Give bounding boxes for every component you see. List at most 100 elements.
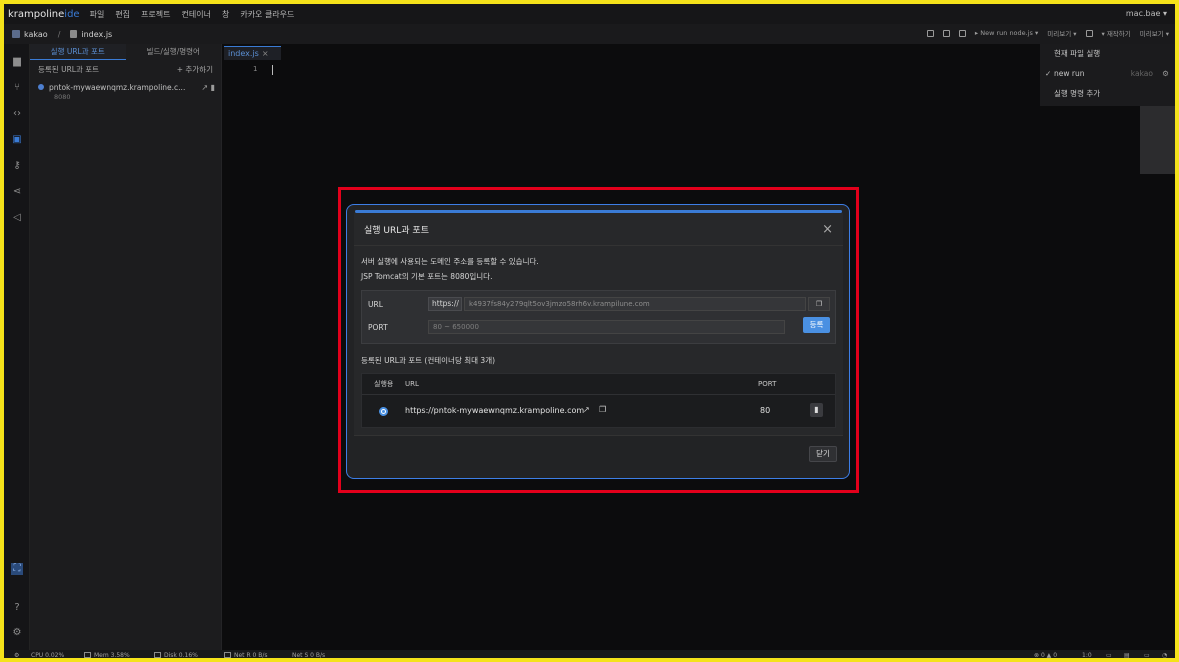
url-field[interactable]: k4937fs84y279qlt5ov3jmzo58rh6v.krampilun… [464,297,806,311]
row-port: 80 [760,406,771,415]
table-header: 실행용 URL PORT [362,374,835,395]
breadcrumb: kakao / index.js [12,30,112,39]
close-tab-icon[interactable]: × [262,49,269,58]
save-all-icon[interactable] [942,29,950,37]
close-button[interactable]: 닫기 [809,446,837,462]
row-url: https://pntok-mywaewnqmz.krampoline.com [405,406,585,415]
folder-icon[interactable]: ▆ [11,56,23,68]
desc-line-2: JSP Tomcat의 기본 포트는 8080입니다. [361,272,493,281]
tab-run-url[interactable]: 실행 URL과 포트 [30,44,126,60]
app-window: krampolineide 파일 편집 프로젝트 컨테이너 창 카카오 클라우드… [0,0,1179,662]
file-icon [70,30,78,38]
close-icon[interactable]: × [822,222,833,237]
code-icon[interactable]: ‹› [11,108,23,120]
copy-icon[interactable]: ❐ [808,297,830,311]
breadcrumb-project[interactable]: kakao [24,30,48,39]
list-item[interactable]: pntok-mywaewnqmz.krampoline.c... 8080 ↗ … [30,79,221,105]
menubar: krampolineide 파일 편집 프로젝트 컨테이너 창 카카오 클라우드… [4,4,1175,24]
minimap-scroll[interactable] [1140,106,1175,174]
breadcrumb-file[interactable]: index.js [81,30,112,39]
list-item-port: 8080 [54,93,71,101]
settings-gear-icon[interactable]: ⚙ [11,627,23,639]
menu-file[interactable]: 파일 [90,9,105,20]
list-item-url: pntok-mywaewnqmz.krampoline.c... [49,83,186,92]
preview-dropdown-2[interactable]: 미리보기 ▾ [1140,28,1169,38]
gear-icon[interactable]: ⚙ [1162,64,1169,84]
menu-container[interactable]: 컨테이너 [182,9,211,20]
cursor-position: 1:0 [1082,652,1092,659]
build-icon[interactable] [958,29,966,37]
run-url-modal: 실행 URL과 포트 × 서버 실행에 사용되는 도메인 주소를 등록할 수 있… [346,204,850,479]
run-dropdown-menu: 현재 파일 실행 ✓ new run kakao ⚙ 실행 명령 추가 [1040,44,1175,106]
status-disk: Disk 0.16% [164,652,198,659]
trash-icon[interactable]: ▮ [810,403,823,417]
user-menu[interactable]: mac.bae ▾ [1126,9,1167,18]
active-dot-icon [38,84,44,90]
preview-dropdown[interactable]: 미리보기 ▾ [1047,28,1076,38]
menu-item-new-run[interactable]: ✓ new run kakao ⚙ [1040,64,1175,84]
git-branch-icon[interactable]: ⑂ [11,82,23,94]
menu-item-label: 현재 파일 실행 [1054,49,1101,58]
disk-icon [154,652,161,658]
app-logo[interactable]: krampolineide [8,9,80,20]
side-panel-header: 등록된 URL과 포트 + 추가하기 [30,60,221,79]
run-url-icon[interactable]: ▣ [11,134,23,146]
status-problems[interactable]: ⊗ 0 ▲ 0 [1034,652,1057,658]
status-net-r: Net R 0 B/s [234,652,268,659]
help-icon[interactable]: ? [11,602,23,614]
col-port: PORT [758,380,777,388]
logo-text: krampoline [8,8,65,20]
table-row: https://pntok-mywaewnqmz.krampoline.com … [362,395,835,428]
menu-edit[interactable]: 편집 [115,9,130,20]
layout-icon[interactable]: ▭ [1106,652,1112,658]
menu-item-label: 실행 명령 추가 [1054,89,1101,98]
protocol-select[interactable]: https:// [428,297,462,311]
status-mem: Mem 3.58% [94,652,130,659]
external-link-icon[interactable]: ↗ [201,83,208,92]
port-input[interactable]: 80 ~ 650000 [428,320,785,334]
active-radio[interactable] [379,407,388,416]
globe-icon[interactable] [1085,29,1093,37]
status-net-group: Net R 0 B/s [224,652,268,659]
logo-suffix: ide [64,8,80,20]
side-panel: 실행 URL과 포트 빌드/실행/명령어 등록된 URL과 포트 + 추가하기 … [30,44,222,650]
network-icon [224,652,231,658]
notification-icon[interactable]: ◔ [1162,652,1167,658]
toolbar: ▸ New run node.js ▾ 미리보기 ▾ ▾ 재작하기 미리보기 ▾ [926,28,1169,38]
activity-bar: ▆ ⑂ ‹› ▣ ⚷ ⋖ ◁ ⛶ ? ⚙ [4,44,30,650]
menu-item-run-current[interactable]: 현재 파일 실행 [1040,44,1175,64]
menu-kakao-cloud[interactable]: 카카오 클라우드 [240,9,294,20]
terminal-icon[interactable]: ▭ [1144,652,1150,658]
menu-project[interactable]: 프로젝트 [141,9,170,20]
list-item-actions: ↗ ▮ [201,83,215,92]
modal-footer: 닫기 [354,435,843,472]
copy-icon[interactable]: ❐ [599,405,606,414]
port-label: PORT [368,322,388,332]
status-settings-icon[interactable]: ⚙ [14,652,19,658]
external-link-icon[interactable]: ↗ [583,405,590,414]
modal-header: 실행 URL과 포트 × [354,213,843,246]
registered-table: 실행용 URL PORT https://pntok-mywaewnqmz.kr… [361,373,836,428]
save-icon[interactable] [926,29,934,37]
menu-window[interactable]: 창 [222,9,229,20]
breadcrumb-separator: / [57,29,61,39]
run-config-dropdown[interactable]: ▸ New run node.js ▾ [975,29,1038,37]
share-dropdown[interactable]: ▾ 재작하기 [1102,28,1131,38]
share-icon[interactable]: ⋖ [11,186,23,198]
modal-body: 실행 URL과 포트 × 서버 실행에 사용되는 도메인 주소를 등록할 수 있… [354,213,843,472]
key-icon[interactable]: ⚷ [11,160,23,172]
url-label: URL [368,299,383,309]
tab-build-run[interactable]: 빌드/실행/명령어 [126,44,222,60]
add-url-button[interactable]: + 추가하기 [177,64,213,75]
expand-icon[interactable]: ⛶ [11,563,23,575]
side-panel-tabs: 실행 URL과 포트 빌드/실행/명령어 [30,44,221,60]
chat-icon[interactable]: ▤ [1124,652,1130,658]
editor-tab[interactable]: index.js × [224,46,281,60]
menu-item-add-run[interactable]: 실행 명령 추가 [1040,84,1175,104]
trash-icon[interactable]: ▮ [211,83,215,92]
register-button[interactable]: 등록 [803,317,830,333]
vscode-icon[interactable]: ◁ [11,212,23,224]
menu-item-label: new run [1054,69,1085,78]
status-net-s: Net S 0 B/s [292,652,326,659]
breadcrumb-bar: kakao / index.js ▸ New run node.js ▾ 미리보… [4,24,1175,44]
